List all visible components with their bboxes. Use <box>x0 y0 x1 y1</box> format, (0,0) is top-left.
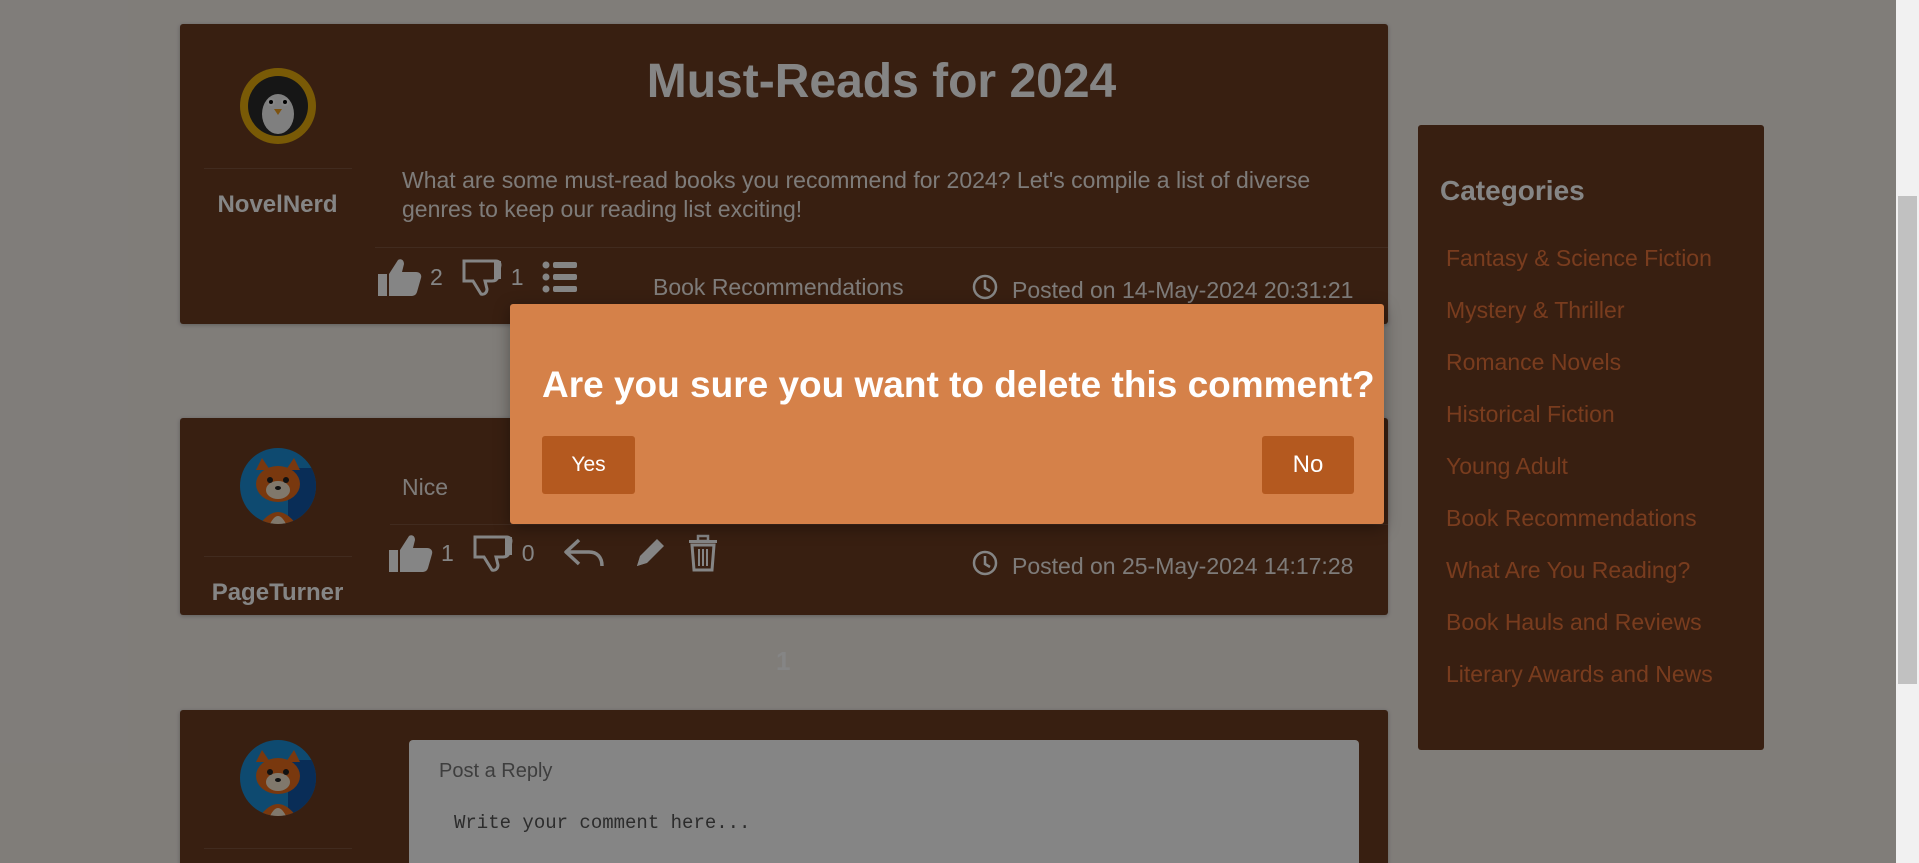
dialog-message: Are you sure you want to delete this com… <box>542 364 1375 405</box>
page-scrollbar[interactable] <box>1896 0 1919 863</box>
delete-confirm-dialog: Are you sure you want to delete this com… <box>510 304 1384 524</box>
confirm-yes-button[interactable]: Yes <box>542 436 635 494</box>
confirm-no-button[interactable]: No <box>1262 436 1354 494</box>
scrollbar-thumb[interactable] <box>1898 196 1917 684</box>
